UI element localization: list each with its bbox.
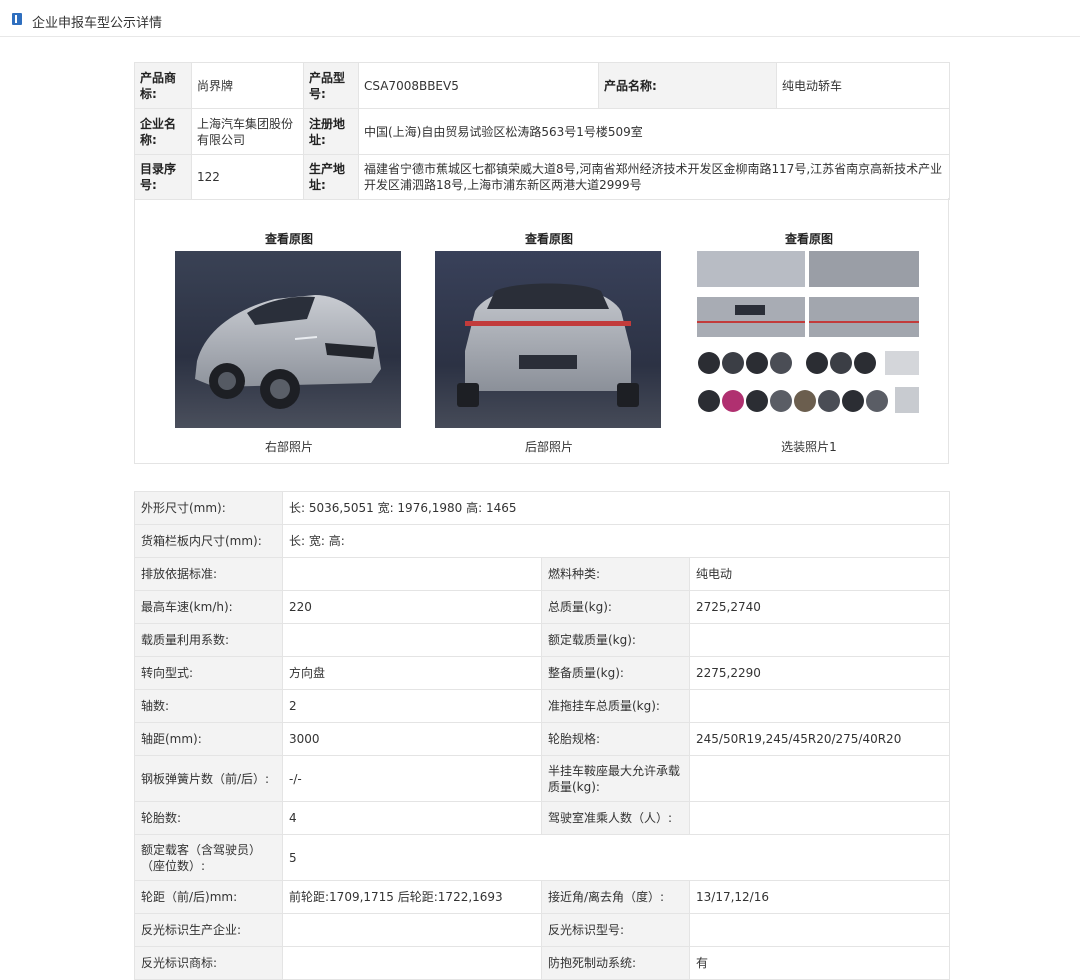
saddle-label: 半挂车鞍座最大允许承载质量(kg): [541,755,690,802]
cargo-value: 长: 宽: 高: [281,524,951,558]
fuel-value: 纯电动 [688,557,951,591]
product-name-value: 纯电动轿车 [776,62,950,109]
emission-label: 排放依据标准: [134,557,283,591]
view-original-link[interactable]: 查看原图 [695,230,923,247]
model-value: CSA7008BBEV5 [358,62,599,109]
saddle-value [688,755,951,802]
company-label: 企业名称: [134,108,192,155]
reg-address-value: 中国(上海)自由贸易试验区松涛路563号1号楼509室 [358,108,950,155]
abs-value: 有 [688,946,951,980]
rated-load-value [688,623,951,657]
company-value: 上海汽车集团股份有限公司 [191,108,304,155]
product-name-label: 产品名称: [598,62,777,109]
curb-mass-value: 2275,2290 [688,656,951,690]
steering-value: 方向盘 [282,656,542,690]
photo-caption: 后部照片 [524,440,573,454]
book-icon [12,13,22,25]
options-photo[interactable] [695,251,921,428]
speed-label: 最高车速(km/h): [134,590,283,624]
view-original-link[interactable]: 查看原图 [175,230,403,247]
reflect-company-label: 反光标识生产企业: [134,913,283,947]
photo-caption: 选装照片1 [781,440,837,454]
catalog-label: 目录序号: [134,154,192,200]
view-original-link[interactable]: 查看原图 [435,230,663,247]
passengers-value: 5 [281,834,951,881]
model-label: 产品型号: [303,62,359,109]
speed-value: 220 [282,590,542,624]
spring-label: 钢板弹簧片数（前/后）: [134,755,283,802]
fuel-label: 燃料种类: [541,557,690,591]
reflect-brand-value [282,946,542,980]
axles-value: 2 [282,689,542,723]
wheelbase-value: 3000 [282,722,542,756]
reflect-model-value [688,913,951,947]
cab-value [688,801,951,835]
load-coef-value [282,623,542,657]
page-header: 企业申报车型公示详情 [0,0,1080,37]
total-mass-label: 总质量(kg): [541,590,690,624]
passengers-label: 额定载客（含驾驶员）（座位数）: [134,834,283,881]
axles-label: 轴数: [134,689,283,723]
spring-value: -/- [282,755,542,802]
tires-label: 轮胎数: [134,801,283,835]
photo-caption: 右部照片 [264,440,313,454]
catalog-value: 122 [191,154,304,200]
brand-label: 产品商标: [134,62,192,109]
spec-table: 外形尺寸(mm): 长: 5036,5051 宽: 1976,1980 高: 1… [134,491,951,980]
cargo-label: 货箱栏板内尺寸(mm): [134,524,283,558]
dims-label: 外形尺寸(mm): [134,491,283,525]
wheelbase-label: 轴距(mm): [134,722,283,756]
trailer-label: 准拖挂车总质量(kg): [541,689,690,723]
reflect-brand-label: 反光标识商标: [134,946,283,980]
rear-photo[interactable] [435,251,661,428]
track-value: 前轮距:1709,1715 后轮距:1722,1693 [282,880,542,914]
tire-spec-label: 轮胎规格: [541,722,690,756]
total-mass-value: 2725,2740 [688,590,951,624]
dims-value: 长: 5036,5051 宽: 1976,1980 高: 1465 [281,491,951,525]
cab-label: 驾驶室准乘人数（人）: [541,801,690,835]
prod-address-label: 生产地址: [303,154,359,200]
reg-address-label: 注册地址: [303,108,359,155]
track-label: 轮距（前/后)mm: [134,880,283,914]
page-title: 企业申报车型公示详情 [32,16,163,31]
reflect-model-label: 反光标识型号: [541,913,690,947]
rated-load-label: 额定载质量(kg): [541,623,690,657]
abs-label: 防抱死制动系统: [541,946,690,980]
angle-value: 13/17,12/16 [688,880,951,914]
reflect-company-value [282,913,542,947]
prod-address-value: 福建省宁德市蕉城区七都镇荣威大道8号,河南省郑州经济技术开发区金柳南路117号,… [358,154,950,200]
tires-value: 4 [282,801,542,835]
tire-spec-value: 245/50R19,245/45R20/275/40R20 [688,722,951,756]
photo-gallery: 查看原图 右部照片 查看原图 后部照片 查看原图 选装照片1 [134,198,949,464]
emission-value [282,557,542,591]
load-coef-label: 载质量利用系数: [134,623,283,657]
basic-info-table: 产品商标: 尚界牌 产品型号: CSA7008BBEV5 产品名称: 纯电动轿车… [134,62,950,200]
angle-label: 接近角/离去角（度）: [541,880,690,914]
brand-value: 尚界牌 [191,62,304,109]
steering-label: 转向型式: [134,656,283,690]
curb-mass-label: 整备质量(kg): [541,656,690,690]
trailer-value [688,689,951,723]
right-side-photo[interactable] [175,251,401,428]
